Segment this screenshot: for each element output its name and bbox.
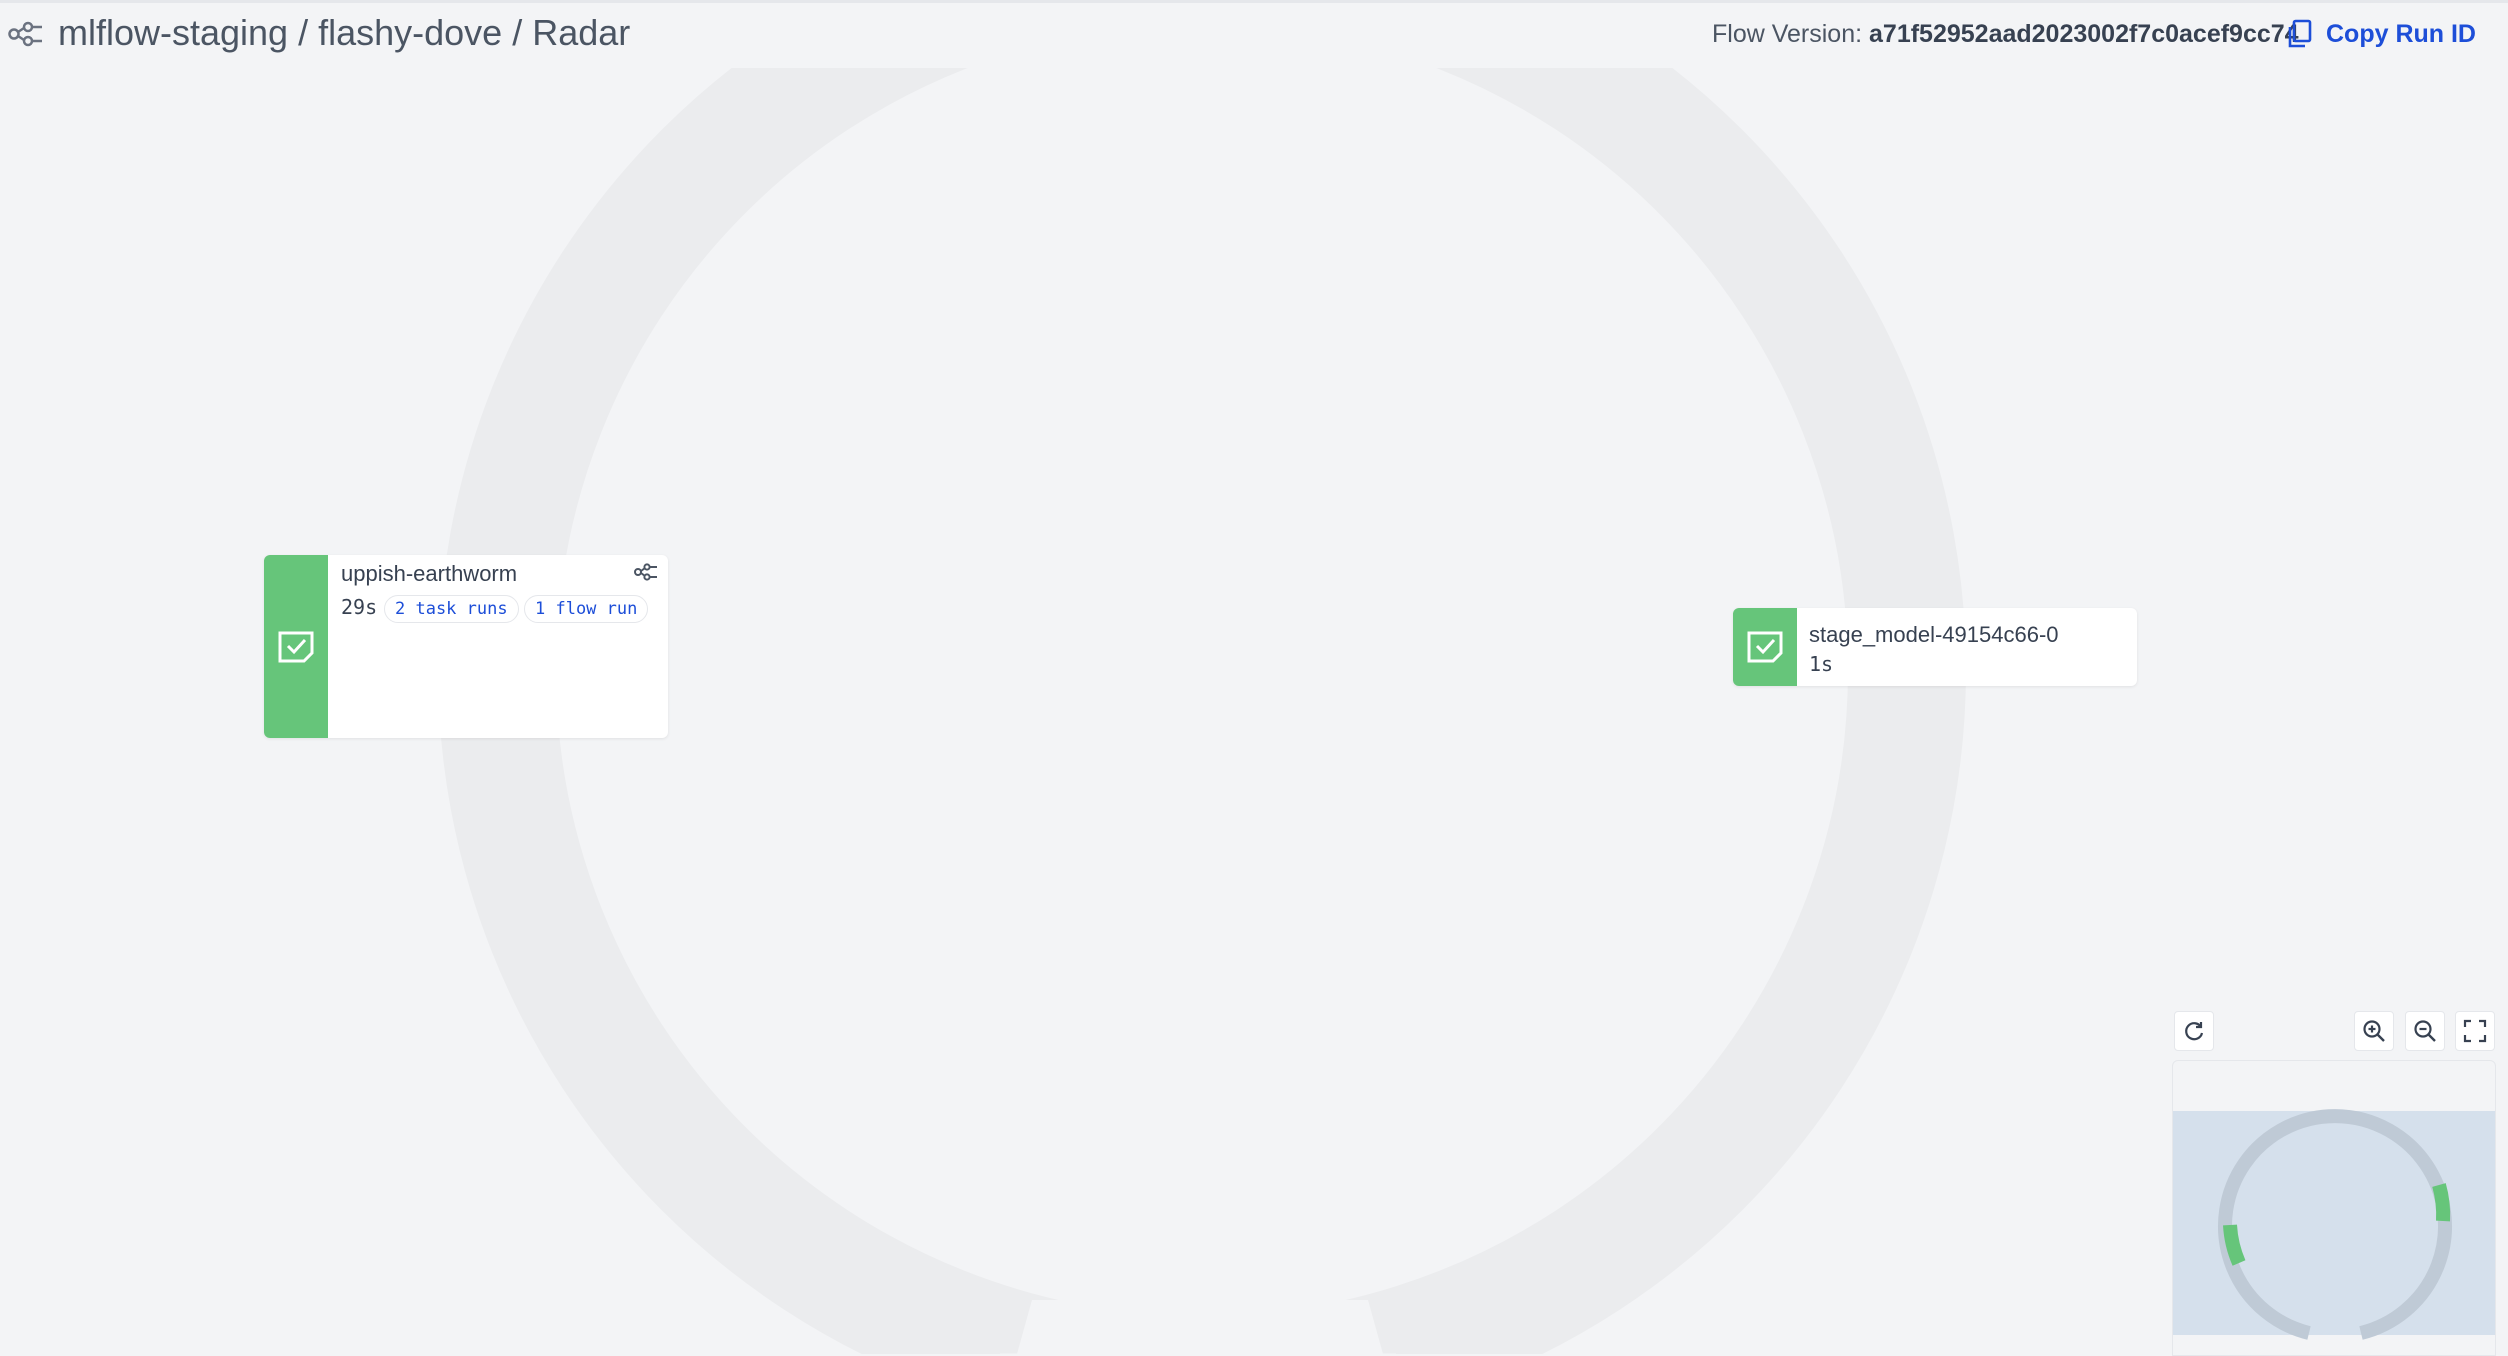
fullscreen-icon [2463,1019,2487,1043]
flow-version-label: Flow Version: [1712,20,1863,48]
fullscreen-button[interactable] [2455,1011,2495,1051]
completed-check-icon [1747,631,1783,663]
breadcrumb-separator: / [298,12,309,53]
zoom-in-icon [2363,1020,2385,1042]
minimap-node-marker [2432,1183,2451,1222]
node-name: uppish-earthworm [341,561,518,586]
refresh-button[interactable] [2174,1011,2214,1051]
breadcrumb-page: Radar [532,12,631,53]
header: mlflow-staging / flashy-dove / Radar Flow Ve… [0,0,2508,68]
node-name: stage_model-49154c66-0 [1809,622,2059,647]
state-completed-badge [264,555,328,738]
zoom-out-button[interactable] [2405,1011,2445,1051]
flow-icon [8,21,42,47]
node-duration: 29s [341,595,378,619]
completed-check-icon [278,631,314,662]
minimap[interactable] [2172,1060,2496,1356]
subflow-icon[interactable] [634,561,658,583]
refresh-icon [2185,1022,2204,1041]
flow-version: Flow Version: a71f52952aad2023002f7c0ace… [1712,20,2299,49]
copy-icon [2288,19,2312,48]
flow-run-node[interactable]: uppish-earthworm 29s 2 task runs 1 flow … [264,555,668,738]
minimap-node-marker [2223,1224,2246,1266]
copy-run-id-label: Copy Run ID [2326,19,2476,48]
breadcrumb-flow[interactable]: mlflow-staging [58,12,288,54]
minimap-radar [2218,1109,2452,1340]
breadcrumb-separator: / [512,12,523,53]
node-duration: 1s [1809,652,1834,676]
task-runs-pill[interactable]: 2 task runs [384,595,519,623]
state-completed-badge [1733,608,1797,686]
zoom-out-icon [2414,1020,2436,1042]
breadcrumb-run[interactable]: flashy-dove [318,12,502,54]
zoom-in-button[interactable] [2354,1011,2394,1051]
copy-run-id-button[interactable]: Copy Run ID [2286,18,2476,50]
task-run-node[interactable]: stage_model-49154c66-0 1s [1733,608,2137,686]
breadcrumb: mlflow-staging / flashy-dove / Radar [58,12,630,54]
flow-version-value: a71f52952aad2023002f7c0acef9cc74 [1869,20,2299,48]
flow-runs-pill[interactable]: 1 flow run [524,595,649,623]
